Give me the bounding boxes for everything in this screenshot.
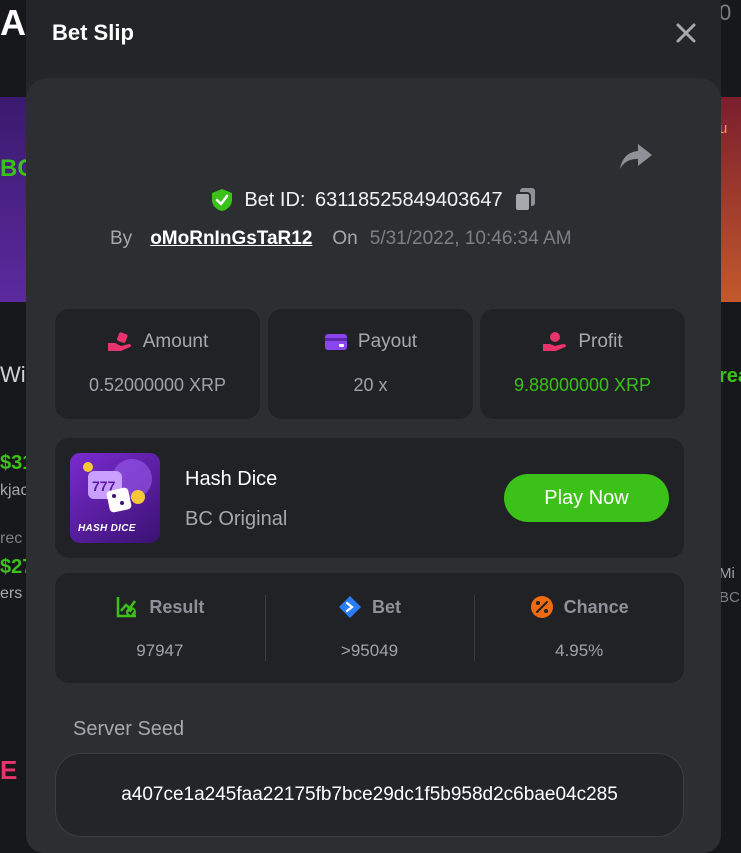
background-fragment: $31 — [0, 452, 26, 474]
background-fragment: Wi — [0, 362, 26, 387]
bet-detail-panel: Bet ID: 63118525849403647 By oMoRnInGsTa… — [26, 78, 721, 853]
background-fragment: kjac — [0, 482, 26, 499]
modal-header: Bet Slip — [26, 0, 721, 66]
payout-icon — [324, 334, 347, 350]
background-fragment: rec — [0, 530, 23, 547]
bet-icon — [339, 596, 361, 618]
result-card: Result 97947 Bet >95049 Chance 4.95% — [55, 573, 684, 683]
chance-column: Chance 4.95% — [474, 573, 684, 683]
username-link[interactable]: oMoRnInGsTaR12 — [150, 228, 312, 250]
profit-card: Profit 9.88000000 XRP — [480, 309, 685, 419]
amount-label: Amount — [142, 331, 209, 352]
close-button[interactable] — [671, 18, 701, 48]
bet-id-value: 63118525849403647 — [315, 188, 503, 211]
payout-label: Payout — [357, 331, 418, 352]
server-seed-label: Server Seed — [73, 718, 185, 740]
chance-label: Chance — [563, 596, 629, 617]
background-fragment: Mi — [719, 565, 735, 582]
bet-value: >95049 — [340, 641, 399, 660]
bet-id-row: Bet ID: 63118525849403647 — [26, 187, 721, 213]
chance-icon — [530, 596, 553, 618]
copy-icon[interactable] — [513, 187, 537, 213]
shield-check-icon — [212, 189, 233, 211]
bet-label: Bet — [372, 596, 402, 617]
result-label: Result — [149, 596, 205, 617]
game-name: Hash Dice — [185, 468, 278, 490]
profit-value: 9.88000000 XRP — [513, 375, 652, 395]
result-value: 97947 — [136, 641, 184, 660]
background-fragment: AI — [0, 2, 26, 43]
game-provider: BC Original — [185, 508, 288, 530]
on-label: On — [332, 228, 358, 249]
chance-value: 4.95% — [555, 641, 604, 660]
payout-card: Payout 20 x — [268, 309, 473, 419]
play-now-button[interactable]: Play Now — [504, 474, 669, 522]
share-button[interactable] — [618, 140, 654, 172]
close-icon — [676, 23, 696, 43]
bet-date: 5/31/2022, 10:46:34 AM — [369, 228, 572, 249]
background-fragment: 0 — [719, 0, 732, 25]
result-column: Result 97947 — [55, 573, 265, 683]
bet-column: Bet >95049 — [264, 573, 475, 683]
background-fragment: ers — [0, 585, 23, 602]
bet-author-row: By oMoRnInGsTaR12 On 5/31/2022, 10:46:34… — [110, 228, 572, 250]
by-label: By — [110, 228, 133, 249]
background-fragment: BC — [0, 155, 26, 182]
modal-title: Bet Slip — [52, 20, 134, 45]
amount-value: 0.52000000 XRP — [88, 375, 227, 395]
game-thumbnail[interactable]: 777 HASH DICE — [70, 453, 160, 543]
background-fragment: rea — [719, 365, 741, 387]
background-fragment: BC — [719, 589, 740, 606]
background-banner-left — [0, 97, 26, 302]
amount-card: Amount 0.52000000 XRP — [55, 309, 260, 419]
profit-label: Profit — [578, 331, 623, 352]
game-card: 777 HASH DICE Hash Dice BC Original Play… — [55, 438, 684, 558]
amount-icon — [107, 332, 131, 351]
profit-icon — [543, 332, 567, 351]
background-fragment: u — [719, 120, 728, 137]
background-fragment: $27 — [0, 556, 26, 578]
bet-slip-modal: Bet Slip Bet ID: 63118525849403647 By oM… — [26, 0, 721, 853]
result-icon — [117, 597, 137, 618]
share-icon — [620, 144, 652, 169]
thumbnail-caption: HASH DICE — [78, 523, 136, 534]
payout-value: 20 x — [353, 375, 388, 395]
server-seed-value[interactable]: a407ce1a245faa22175fb7bce29dc1f5b958d2c6… — [55, 753, 684, 837]
background-fragment: E — [0, 755, 18, 785]
bet-id-label: Bet ID: — [244, 188, 306, 211]
